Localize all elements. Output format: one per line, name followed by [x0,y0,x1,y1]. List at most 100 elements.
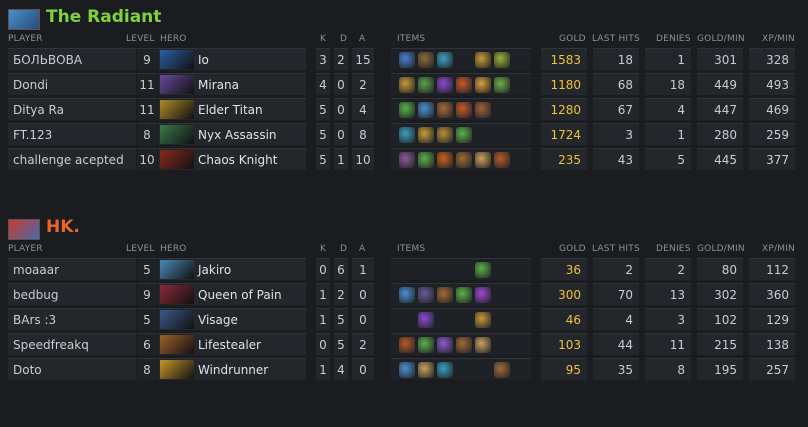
item-icon[interactable] [437,127,453,143]
assists: 2 [352,333,374,355]
item-icon[interactable] [418,312,434,328]
item-icon[interactable] [399,362,415,378]
hero-cell[interactable]: Windrunner [158,358,306,380]
hero-cell[interactable]: Mirana [158,73,306,95]
item-icon[interactable] [475,287,491,303]
item-icon[interactable] [475,152,491,168]
item-icon[interactable] [399,102,415,118]
item-icon[interactable] [456,337,472,353]
items-cell [391,283,531,305]
player-row[interactable]: FT.123 8 Nyx Assassin 5 0 8 1724 3 1 280 259 [0,123,808,145]
player-row[interactable]: BArs :3 5 Visage 1 5 0 46 4 3 102 129 [0,308,808,330]
item-icon[interactable] [456,102,472,118]
item-icon[interactable] [437,152,453,168]
player-row[interactable]: challenge acepted 10 Chaos Knight 5 1 10 235 43… [0,148,808,170]
kills: 5 [316,98,330,120]
item-icon[interactable] [399,337,415,353]
item-icon[interactable] [418,362,434,378]
hero-portrait-icon [160,310,194,329]
item-icon[interactable] [456,152,472,168]
item-icon[interactable] [418,287,434,303]
player-name[interactable]: Doto [8,358,136,380]
item-icon[interactable] [475,77,491,93]
hero-name: Jakiro [198,263,232,277]
item-icon[interactable] [437,362,453,378]
col-assists: A [359,34,366,44]
item-icon[interactable] [475,312,491,328]
hero-cell[interactable]: Lifestealer [158,333,306,355]
item-icon[interactable] [418,77,434,93]
item-icon[interactable] [456,77,472,93]
item-icon[interactable] [475,52,491,68]
item-icon[interactable] [494,152,510,168]
hero-cell[interactable]: Queen of Pain [158,283,306,305]
gold-per-min-text: 302 [714,288,737,302]
item-icon[interactable] [418,337,434,353]
xp-per-min: 328 [749,48,795,70]
item-icon[interactable] [418,127,434,143]
radiant-rows: БОЛЬВОВА 9 Io 3 2 15 1583 18 1 301 328 Dondi 11 Miran… [0,48,808,170]
item-icon[interactable] [494,52,510,68]
xp-per-min-text: 328 [766,53,789,67]
player-name[interactable]: challenge acepted [8,148,136,170]
player-row[interactable]: Ditya Ra 11 Elder Titan 5 0 4 1280 67 4 447 469 [0,98,808,120]
kills-text: 1 [319,313,327,327]
player-name[interactable]: BArs :3 [8,308,136,330]
player-name[interactable]: Dondi [8,73,136,95]
kills-text: 1 [319,288,327,302]
hero-name: Nyx Assassin [198,128,277,142]
item-icon[interactable] [399,127,415,143]
item-icon[interactable] [437,287,453,303]
kills-text: 3 [319,53,327,67]
player-row[interactable]: bedbug 9 Queen of Pain 1 2 0 300 70 13 302 360 [0,283,808,305]
item-icon[interactable] [475,262,491,278]
item-icon[interactable] [399,152,415,168]
player-level: 9 [137,48,157,70]
player-name[interactable]: bedbug [8,283,136,305]
player-row[interactable]: Doto 8 Windrunner 1 4 0 95 35 8 195 257 [0,358,808,380]
item-icon[interactable] [399,52,415,68]
denies: 4 [645,98,691,120]
player-name[interactable]: FT.123 [8,123,136,145]
player-row[interactable]: Dondi 11 Mirana 4 0 2 1180 68 18 449 493 [0,73,808,95]
hero-cell[interactable]: Nyx Assassin [158,123,306,145]
col-player: PLAYER [8,34,43,44]
player-row[interactable]: Speedfreakq 6 Lifestealer 0 5 2 103 44 11 215 138 [0,333,808,355]
xp-per-min: 259 [749,123,795,145]
item-icon[interactable] [494,362,510,378]
player-name[interactable]: Ditya Ra [8,98,136,120]
item-icon[interactable] [437,102,453,118]
xp-per-min: 360 [749,283,795,305]
last-hits: 35 [593,358,639,380]
item-icon[interactable] [494,77,510,93]
hero-cell[interactable]: Jakiro [158,258,306,280]
item-icon[interactable] [399,287,415,303]
player-row[interactable]: БОЛЬВОВА 9 Io 3 2 15 1583 18 1 301 328 [0,48,808,70]
hero-cell[interactable]: Elder Titan [158,98,306,120]
items-cell [391,98,531,120]
denies-text: 3 [677,313,685,327]
hero-cell[interactable]: Io [158,48,306,70]
item-icon[interactable] [475,102,491,118]
player-name[interactable]: Speedfreakq [8,333,136,355]
col-denies: DENIES [656,244,691,254]
hero-cell[interactable]: Chaos Knight [158,148,306,170]
deaths-text: 4 [337,363,345,377]
player-row[interactable]: moaaar 5 Jakiro 0 6 1 36 2 2 80 112 [0,258,808,280]
deaths-text: 2 [337,288,345,302]
player-name[interactable]: БОЛЬВОВА [8,48,136,70]
col-gold: GOLD [559,34,586,44]
player-name[interactable]: moaaar [8,258,136,280]
item-icon[interactable] [418,152,434,168]
hero-cell[interactable]: Visage [158,308,306,330]
item-icon[interactable] [475,337,491,353]
item-icon[interactable] [437,77,453,93]
item-icon[interactable] [437,337,453,353]
item-icon[interactable] [456,287,472,303]
item-icon[interactable] [456,127,472,143]
item-icon[interactable] [418,52,434,68]
item-icon[interactable] [437,52,453,68]
item-icon[interactable] [399,77,415,93]
col-assists: A [359,244,366,254]
item-icon[interactable] [418,102,434,118]
